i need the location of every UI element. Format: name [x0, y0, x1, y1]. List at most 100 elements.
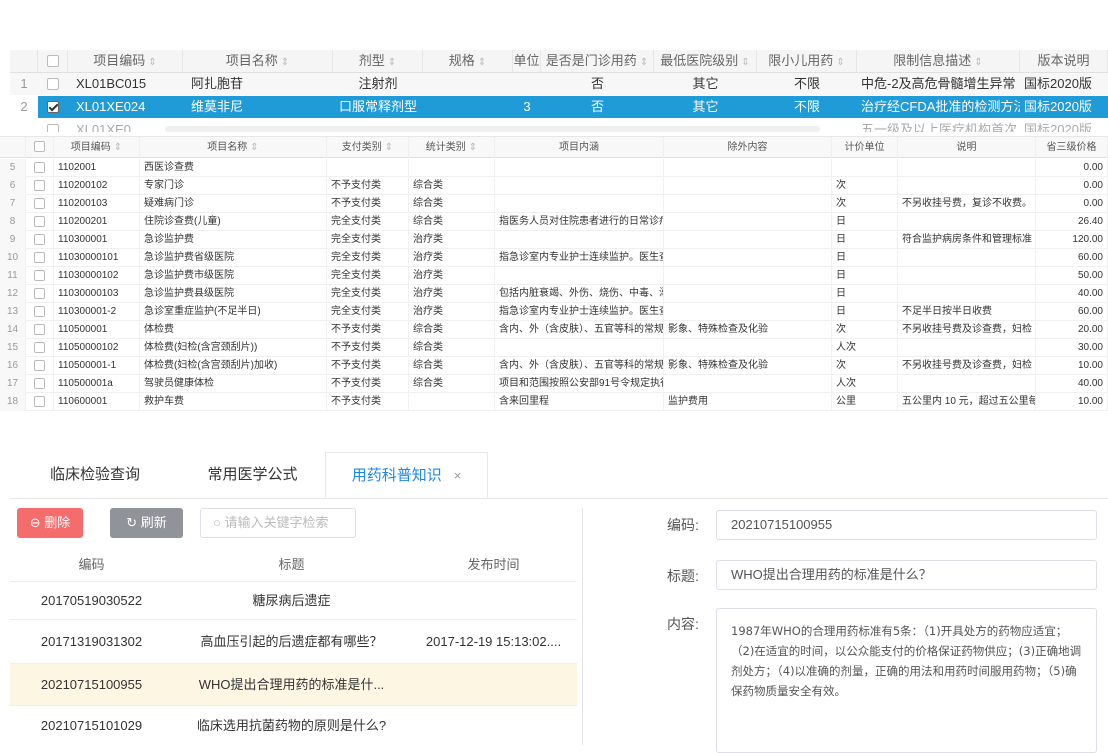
select-all-cell[interactable]	[26, 137, 54, 158]
table-row-selected[interactable]: 2 XL01XE024 维莫非尼 口服常释剂型 3 否 其它 不限 治疗经CFD…	[10, 96, 1108, 118]
row-select-cell[interactable]	[26, 213, 54, 231]
row-select-cell[interactable]	[26, 303, 54, 321]
table-row[interactable]: 15 11050000102 体检费(妇检(含宫颈刮片)) 不予支付类 综合类 人次 30.…	[0, 339, 1108, 357]
sort-icon[interactable]: ⇕	[974, 57, 982, 68]
col-header-version[interactable]: 版本说明	[1020, 50, 1108, 72]
row-select-cell[interactable]	[26, 177, 54, 195]
row-checkbox[interactable]	[34, 252, 45, 263]
select-all-checkbox[interactable]	[47, 55, 59, 67]
col-header-stat[interactable]: 统计类别 ⇕	[409, 137, 495, 158]
col-header-unit[interactable]: 计价单位	[832, 137, 898, 158]
list-item[interactable]: 20171319031302 高血压引起的后遗症都有哪些？ 2017-12-19…	[10, 620, 577, 664]
table-row[interactable]: 7 110200103 疑难病门诊 不予支付类 综合类 次不另收挂号费，复诊不收费。 0.0…	[0, 195, 1108, 213]
sort-icon[interactable]: ⇕	[148, 57, 156, 68]
content-textarea[interactable]: 1987年WHO的合理用药标准有5条：（1)开具处方的药物应适宜；（2)在适宜的…	[716, 608, 1097, 753]
row-checkbox[interactable]	[34, 288, 45, 299]
col-header-outpatient[interactable]: 是否是门诊用药 ⇕	[541, 50, 654, 72]
table-row[interactable]: 14 110500001 体检费 不予支付类 综合类 含内、外（含皮肤）、五官等科的常规影…	[0, 321, 1108, 339]
delete-button[interactable]: ⊖ 删除	[17, 508, 83, 538]
row-checkbox[interactable]	[34, 324, 45, 335]
row-checkbox[interactable]	[34, 198, 45, 209]
code-field[interactable]: 20210715100955	[716, 510, 1097, 540]
row-checkbox[interactable]	[47, 124, 59, 132]
col-header-time[interactable]: 发布时间	[410, 547, 577, 582]
row-select-cell[interactable]	[26, 321, 54, 339]
row-select-cell[interactable]	[26, 393, 54, 411]
tab-drug-knowledge[interactable]: 用药科普知识 ×	[325, 452, 488, 498]
row-select-cell[interactable]	[26, 249, 54, 267]
table-row[interactable]: 10 11030000101 急诊监护费省级医院 完全支付类 治疗类 指急诊室内专业护士连…	[0, 249, 1108, 267]
panel-divider[interactable]	[582, 508, 583, 745]
row-select-cell[interactable]	[38, 96, 68, 118]
col-header-code[interactable]: 项目编码 ⇕	[68, 50, 183, 72]
table-row[interactable]: 16 110500001-1 体检费(妇检(含宫颈刮片)加收) 不予支付类 综合类 含内、…	[0, 357, 1108, 375]
table-row[interactable]: 11 11030000102 急诊监护费市级医院 完全支付类 治疗类 日 50.00	[0, 267, 1108, 285]
col-header-name[interactable]: 项目名称 ⇕	[140, 137, 327, 158]
sort-icon[interactable]: ⇕	[741, 57, 749, 68]
close-icon[interactable]: ×	[454, 468, 462, 483]
table-row[interactable]: 1 XL01BC015 阿扎胞苷 注射剂 否 其它 不限 中危-2及高危骨髓增生…	[10, 73, 1108, 95]
row-select-cell[interactable]	[26, 195, 54, 213]
row-select-cell[interactable]	[26, 285, 54, 303]
select-all-checkbox[interactable]	[34, 141, 45, 152]
table-row[interactable]: 8 110200201 住院诊查费(儿童) 完全支付类 综合类 指医务人员对住院患者进行的…	[0, 213, 1108, 231]
row-checkbox[interactable]	[34, 342, 45, 353]
row-select-cell[interactable]	[26, 339, 54, 357]
row-select-cell[interactable]	[38, 119, 68, 132]
sort-icon[interactable]: ⇕	[640, 57, 648, 68]
col-header-child[interactable]: 限小儿用药 ⇕	[757, 50, 857, 72]
row-checkbox[interactable]	[34, 306, 45, 317]
sort-icon[interactable]: ⇕	[250, 142, 258, 153]
col-header-price[interactable]: 省三级价格	[1036, 137, 1108, 158]
col-header-title[interactable]: 标题	[173, 547, 410, 582]
row-checkbox[interactable]	[34, 180, 45, 191]
tab-medical-formulas[interactable]: 常用医学公式	[180, 452, 325, 498]
search-input[interactable]: ○ 请输入关键字检索	[200, 508, 356, 538]
sort-icon[interactable]: ⇕	[114, 142, 122, 153]
row-checkbox[interactable]	[34, 162, 45, 173]
col-header-code[interactable]: 项目编码 ⇕	[54, 137, 140, 158]
sort-icon[interactable]: ⇕	[836, 57, 844, 68]
col-header-form[interactable]: 剂型 ⇕	[333, 50, 423, 72]
col-header-code[interactable]: 编码	[10, 547, 173, 582]
col-header-spec[interactable]: 规格 ⇕	[423, 50, 513, 72]
table-row[interactable]: 17 110500001a 驾驶员健康体检 不予支付类 综合类 项目和范围按照公安部91号…	[0, 375, 1108, 393]
col-header-name[interactable]: 项目名称 ⇕	[183, 50, 333, 72]
col-header-limit[interactable]: 限制信息描述 ⇕	[857, 50, 1020, 72]
sort-icon[interactable]: ⇕	[478, 57, 486, 68]
col-header-except[interactable]: 除外内容	[664, 137, 832, 158]
table-row[interactable]: 5 1102001 西医诊查费 0.00	[0, 159, 1108, 177]
table-row[interactable]: 9 110300001 急诊监护费 完全支付类 治疗类 日符合监护病房条件和管理标准 120…	[0, 231, 1108, 249]
row-checkbox[interactable]	[34, 216, 45, 227]
col-header-level[interactable]: 最低医院级别 ⇕	[654, 50, 757, 72]
row-select-cell[interactable]	[26, 375, 54, 393]
sort-icon[interactable]: ⇕	[385, 142, 393, 153]
row-select-cell[interactable]	[26, 231, 54, 249]
list-item-selected[interactable]: 20210715100955 WHO提出合理用药的标准是什...	[10, 664, 577, 706]
refresh-button[interactable]: ↻ 刷新	[110, 508, 183, 538]
sort-icon[interactable]: ⇕	[469, 142, 477, 153]
row-checkbox[interactable]	[47, 78, 59, 90]
col-header-note[interactable]: 说明	[898, 137, 1036, 158]
row-checkbox[interactable]	[34, 360, 45, 371]
col-header-unit[interactable]: 单位	[513, 50, 541, 72]
row-checkbox-checked[interactable]	[47, 101, 59, 113]
horizontal-scrollbar[interactable]	[165, 126, 820, 132]
row-checkbox[interactable]	[34, 270, 45, 281]
list-item[interactable]: 20210715101029 临床选用抗菌药物的原则是什么?	[10, 706, 577, 745]
table-row[interactable]: 18 110600001 救护车费 不予支付类 含来回里程 监护费用 公里 五公里内 10 元…	[0, 393, 1108, 411]
row-select-cell[interactable]	[38, 73, 68, 95]
row-select-cell[interactable]	[26, 159, 54, 177]
select-all-cell[interactable]	[38, 50, 68, 72]
title-field[interactable]: WHO提出合理用药的标准是什么？	[716, 560, 1097, 590]
sort-icon[interactable]: ⇕	[281, 57, 289, 68]
row-checkbox[interactable]	[34, 234, 45, 245]
sort-icon[interactable]: ⇕	[388, 57, 396, 68]
table-row[interactable]: 13 110300001-2 急诊室重症监护(不足半日) 完全支付类 治疗类 指急诊室内专…	[0, 303, 1108, 321]
col-header-pay[interactable]: 支付类别 ⇕	[327, 137, 409, 158]
row-checkbox[interactable]	[34, 378, 45, 389]
col-header-content[interactable]: 项目内涵	[495, 137, 664, 158]
tab-clinical-test[interactable]: 临床检验查询	[10, 452, 180, 498]
row-checkbox[interactable]	[34, 396, 45, 407]
table-row[interactable]: 6 110200102 专家门诊 不予支付类 综合类 次 0.00	[0, 177, 1108, 195]
